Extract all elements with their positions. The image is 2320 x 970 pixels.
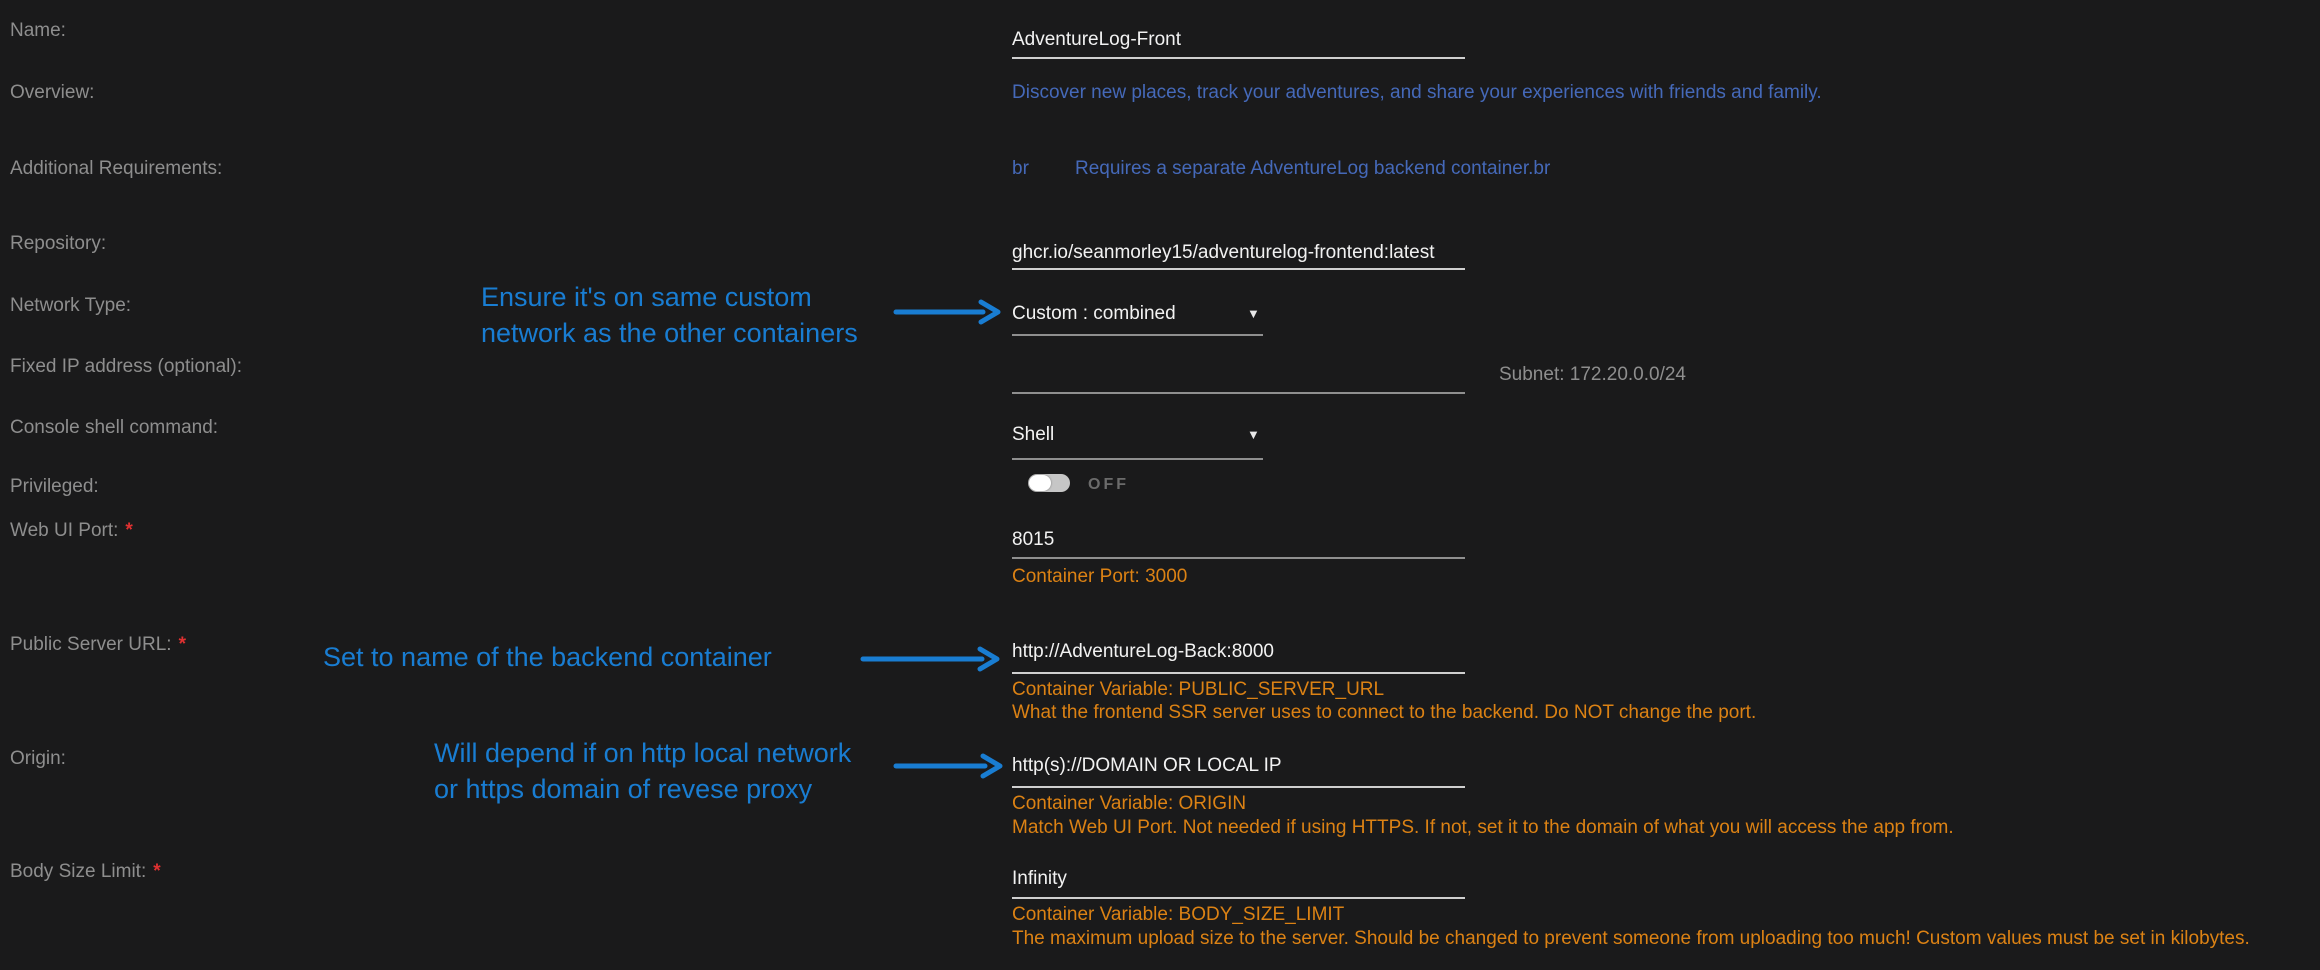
required-asterisk: * [179, 634, 186, 655]
annotation-arrow-icon [893, 753, 1005, 779]
public-server-url-variable: Container Variable: PUBLIC_SERVER_URL [1012, 679, 1384, 701]
required-asterisk: * [153, 861, 160, 882]
origin-annotation-line2: or https domain of revese proxy [434, 771, 851, 807]
public-server-url-input[interactable]: http://AdventureLog-Back:8000 [1012, 641, 1274, 663]
network-annotation-line1: Ensure it's on same custom [481, 279, 858, 315]
network-type-select-underline [1012, 334, 1263, 336]
repository-input-underline [1012, 268, 1465, 270]
required-asterisk: * [125, 520, 132, 541]
web-ui-port-label: Web UI Port:* [10, 520, 133, 542]
body-size-limit-input-underline [1012, 897, 1465, 899]
origin-input[interactable]: http(s)://DOMAIN OR LOCAL IP [1012, 755, 1282, 777]
additional-requirements-text: Requires a separate AdventureLog backend… [1075, 158, 1550, 180]
origin-annotation: Will depend if on http local network or … [434, 735, 851, 807]
body-size-limit-variable: Container Variable: BODY_SIZE_LIMIT [1012, 904, 1344, 926]
overview-text: Discover new places, track your adventur… [1012, 82, 1822, 104]
origin-input-underline [1012, 786, 1465, 788]
body-size-limit-label: Body Size Limit:* [10, 861, 161, 883]
toggle-knob [1029, 475, 1051, 491]
origin-annotation-line1: Will depend if on http local network [434, 735, 851, 771]
fixed-ip-input-underline [1012, 392, 1465, 394]
name-label: Name: [10, 20, 66, 42]
web-ui-port-input-underline [1012, 557, 1465, 559]
console-shell-select[interactable]: Shell [1012, 424, 1054, 446]
network-annotation: Ensure it's on same custom network as th… [481, 279, 858, 351]
repository-input[interactable]: ghcr.io/seanmorley15/adventurelog-fronte… [1012, 242, 1465, 264]
name-input[interactable]: AdventureLog-Front [1012, 29, 1181, 51]
origin-label: Origin: [10, 748, 66, 770]
network-annotation-line2: network as the other containers [481, 315, 858, 351]
public-server-url-help: What the frontend SSR server uses to con… [1012, 702, 1756, 724]
annotation-arrow-icon [860, 646, 1002, 672]
origin-help: Match Web UI Port. Not needed if using H… [1012, 817, 1954, 839]
public-server-url-annotation-line1: Set to name of the backend container [323, 639, 772, 675]
network-type-select[interactable]: Custom : combined [1012, 303, 1176, 325]
console-shell-command-label: Console shell command: [10, 417, 218, 439]
dropdown-caret-icon: ▼ [1247, 427, 1260, 442]
fixed-ip-label: Fixed IP address (optional): [10, 356, 242, 378]
privileged-toggle[interactable] [1028, 474, 1070, 492]
name-input-underline [1012, 57, 1465, 59]
additional-requirements-label: Additional Requirements: [10, 158, 222, 180]
public-server-url-input-underline [1012, 672, 1465, 674]
body-size-limit-help: The maximum upload size to the server. S… [1012, 928, 2250, 950]
overview-label: Overview: [10, 82, 94, 104]
web-ui-port-help: Container Port: 3000 [1012, 566, 1187, 588]
subnet-note: Subnet: 172.20.0.0/24 [1499, 364, 1686, 386]
repository-label: Repository: [10, 233, 106, 255]
container-settings-form: Name: Overview: Additional Requirements:… [0, 0, 2320, 970]
dropdown-caret-icon: ▼ [1247, 306, 1260, 321]
privileged-toggle-state: OFF [1088, 476, 1129, 494]
annotation-arrow-icon [893, 299, 1003, 325]
privileged-label: Privileged: [10, 476, 99, 498]
web-ui-port-input[interactable]: 8015 [1012, 529, 1054, 551]
body-size-limit-input[interactable]: Infinity [1012, 868, 1067, 890]
origin-variable: Container Variable: ORIGIN [1012, 793, 1246, 815]
additional-requirements-prefix: br [1012, 158, 1029, 180]
public-server-url-label: Public Server URL:* [10, 634, 186, 656]
console-shell-select-underline [1012, 458, 1263, 460]
network-type-label: Network Type: [10, 295, 131, 317]
public-server-url-annotation: Set to name of the backend container [323, 639, 772, 675]
